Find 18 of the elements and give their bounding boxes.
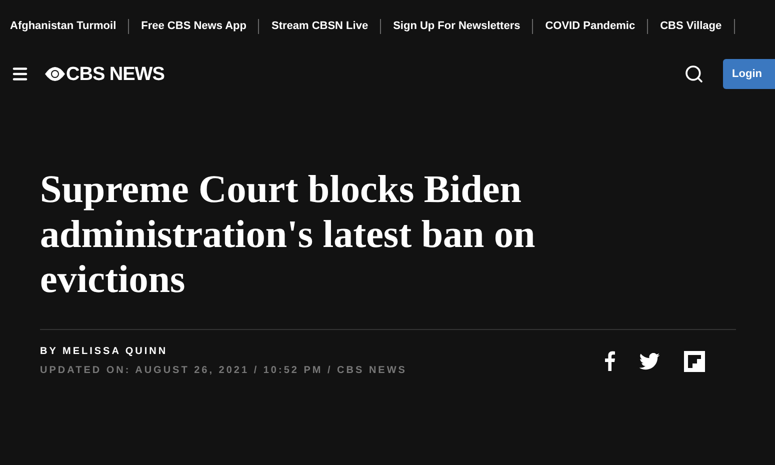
nav-link[interactable]: Sign Up For Newsletters (393, 18, 520, 34)
nav-link[interactable]: Afghanistan Turmoil (10, 18, 116, 34)
nav-link[interactable]: CBS Village (660, 18, 722, 34)
nav-link[interactable]: Free CBS News App (141, 18, 246, 34)
search-icon[interactable] (684, 64, 704, 84)
headline: Supreme Court blocks Biden administration's latest ban on evictions (40, 167, 536, 302)
nav-link[interactable]: COVID Pandemic (545, 18, 636, 34)
eye-logo-icon (44, 66, 66, 82)
logo-text: CBS NEWS (66, 64, 164, 84)
login-button[interactable]: Login (723, 59, 775, 89)
updated-date: UPDATED ON: AUGUST 26, 2021 / 10:52 PM / CBS NEWS (40, 364, 407, 378)
byline: BY MELISSA QUINN (40, 345, 169, 359)
flipboard-icon[interactable] (684, 350, 705, 372)
logo[interactable]: CBS NEWS (44, 64, 164, 84)
facebook-icon[interactable] (605, 351, 615, 371)
twitter-icon[interactable] (639, 352, 660, 370)
menu-icon[interactable] (11, 65, 29, 83)
nav-link[interactable]: Stream CBSN Live (271, 18, 368, 34)
